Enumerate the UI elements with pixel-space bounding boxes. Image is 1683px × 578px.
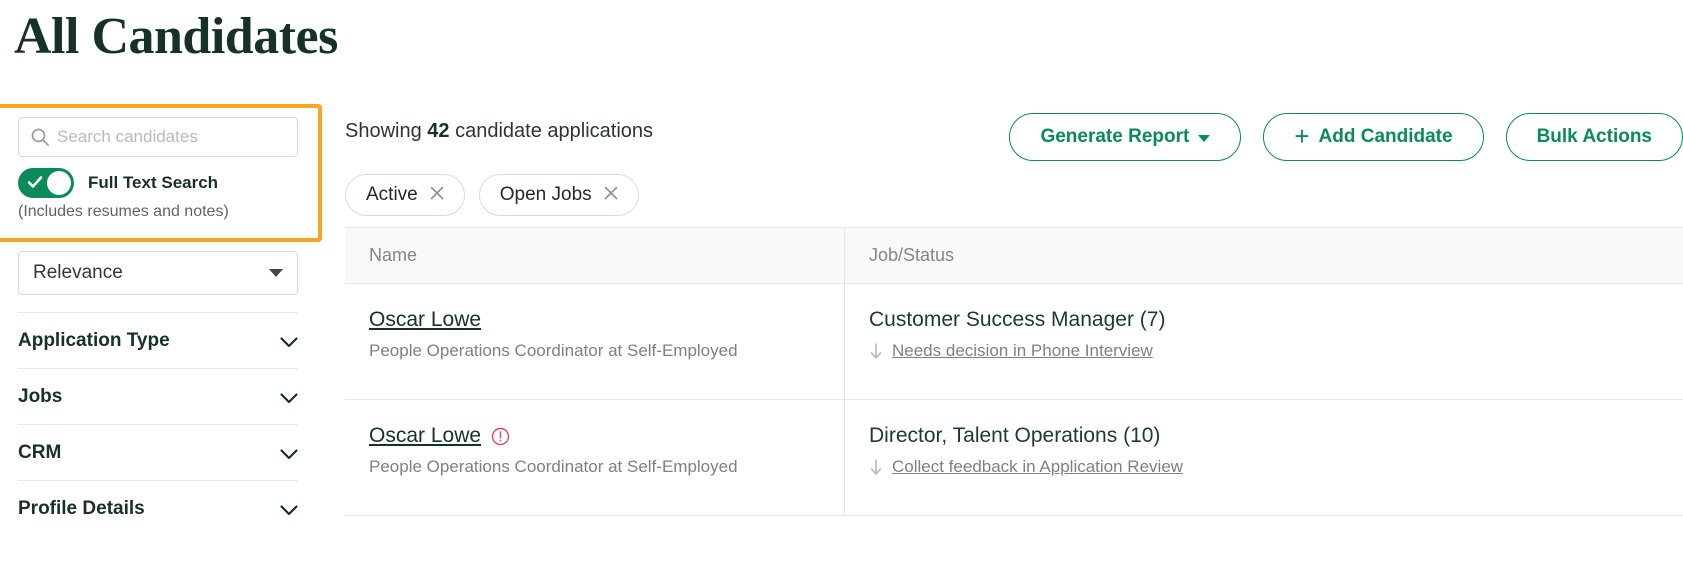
- arrow-down-icon: [869, 458, 883, 476]
- filter-chip-label: Open Jobs: [499, 184, 592, 205]
- caret-down-icon: [1198, 134, 1211, 142]
- candidates-table: Name Job/Status Oscar Lowe People Operat…: [345, 227, 1683, 516]
- search-icon: [29, 126, 51, 148]
- filter-section-label: Jobs: [18, 385, 63, 407]
- cell-name: Oscar Lowe People Operations Coordinator…: [345, 284, 845, 399]
- close-icon[interactable]: [430, 184, 444, 206]
- filter-chip-open-jobs[interactable]: Open Jobs: [478, 174, 639, 216]
- arrow-down-icon: [869, 342, 883, 360]
- filter-section-jobs[interactable]: Jobs: [18, 368, 298, 424]
- full-text-search-hint: (Includes resumes and notes): [18, 203, 229, 220]
- table-row[interactable]: Oscar Lowe People Operations Coordinator…: [345, 400, 1683, 516]
- search-candidates-box[interactable]: [18, 117, 298, 157]
- sort-by-value: Relevance: [33, 262, 123, 283]
- chevron-down-icon: [280, 503, 298, 516]
- filter-chip-active[interactable]: Active: [345, 174, 465, 216]
- all-candidates-page: All Candidates Full Text Se: [0, 0, 1683, 578]
- job-title: Customer Success Manager (7): [869, 308, 1166, 331]
- filter-section-profile-details[interactable]: Profile Details: [18, 480, 298, 536]
- job-status-line: Needs decision in Phone Interview: [869, 341, 1683, 361]
- search-input[interactable]: [55, 126, 287, 148]
- toggle-knob: [47, 171, 71, 195]
- candidates-main: Showing 42 candidate applications Genera…: [345, 104, 1683, 578]
- candidate-subtitle: People Operations Coordinator at Self-Em…: [369, 457, 738, 476]
- showing-count: 42: [427, 120, 450, 142]
- candidate-name-line: Oscar Lowe: [369, 308, 844, 332]
- bulk-actions-label: Bulk Actions: [1536, 126, 1652, 147]
- full-text-search-row: Full Text Search: [18, 168, 218, 198]
- full-text-search-label: Full Text Search: [88, 173, 219, 192]
- filter-section-application-type[interactable]: Application Type: [18, 312, 298, 368]
- chevron-down-icon: [280, 391, 298, 404]
- add-candidate-label: Add Candidate: [1318, 126, 1453, 147]
- table-row[interactable]: Oscar Lowe People Operations Coordinator…: [345, 284, 1683, 400]
- table-header-row: Name Job/Status: [345, 228, 1683, 284]
- filter-chip-label: Active: [366, 184, 418, 205]
- showing-prefix: Showing: [345, 120, 428, 142]
- sort-by-select[interactable]: Relevance: [18, 251, 298, 295]
- candidate-name-link[interactable]: Oscar Lowe: [369, 308, 481, 332]
- check-icon: [27, 174, 43, 190]
- filter-section-label: Profile Details: [18, 497, 145, 519]
- job-title: Director, Talent Operations (10): [869, 424, 1161, 447]
- caret-down-icon: [269, 269, 283, 277]
- candidate-subtitle: People Operations Coordinator at Self-Em…: [369, 341, 738, 360]
- full-text-search-toggle[interactable]: [18, 168, 74, 198]
- column-header-name: Name: [345, 228, 845, 283]
- add-candidate-button[interactable]: + Add Candidate: [1263, 113, 1484, 161]
- job-status-link[interactable]: Needs decision in Phone Interview: [892, 341, 1153, 361]
- action-buttons: Generate Report + Add Candidate Bulk Act…: [1009, 113, 1683, 161]
- alert-circle-icon[interactable]: [491, 427, 510, 446]
- results-count-text: Showing 42 candidate applications: [345, 120, 653, 143]
- candidate-name-link[interactable]: Oscar Lowe: [369, 424, 481, 448]
- cell-name: Oscar Lowe People Operations Coordinator…: [345, 400, 845, 515]
- generate-report-label: Generate Report: [1040, 126, 1190, 147]
- filter-sections: Application Type Jobs CRM Profile Detail…: [18, 312, 298, 536]
- job-status-line: Collect feedback in Application Review: [869, 457, 1683, 477]
- cell-job-status: Customer Success Manager (7) Needs decis…: [845, 284, 1683, 399]
- job-status-link[interactable]: Collect feedback in Application Review: [892, 457, 1183, 477]
- chevron-down-icon: [280, 335, 298, 348]
- candidate-name-line: Oscar Lowe: [369, 424, 844, 448]
- filter-section-crm[interactable]: CRM: [18, 424, 298, 480]
- cell-job-status: Director, Talent Operations (10) Collect…: [845, 400, 1683, 515]
- page-title: All Candidates: [14, 8, 338, 65]
- showing-suffix: candidate applications: [449, 120, 654, 142]
- filter-section-label: Application Type: [18, 329, 170, 351]
- close-icon[interactable]: [604, 184, 618, 206]
- active-filter-chips: Active Open Jobs: [345, 174, 639, 216]
- generate-report-button[interactable]: Generate Report: [1009, 113, 1242, 161]
- bulk-actions-button[interactable]: Bulk Actions: [1505, 113, 1683, 161]
- chevron-down-icon: [280, 447, 298, 460]
- column-header-job-status: Job/Status: [869, 245, 955, 265]
- filter-section-label: CRM: [18, 441, 62, 463]
